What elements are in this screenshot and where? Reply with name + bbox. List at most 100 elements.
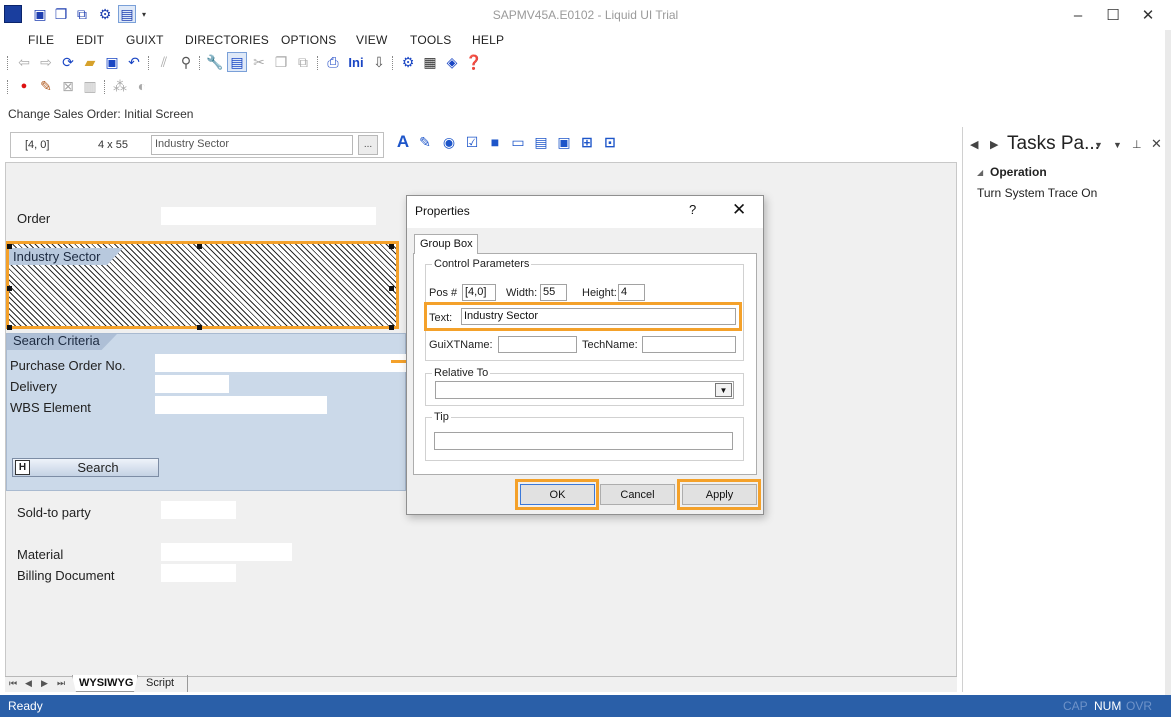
tech-name-input[interactable] [642,336,736,353]
maximize-button[interactable]: ☐ [1093,4,1133,26]
edit-script-icon[interactable]: ✎ [36,76,56,96]
save-file-icon[interactable]: ▣ [102,52,122,72]
industry-sector-group-box[interactable] [6,241,399,329]
resize-handle[interactable] [7,286,12,291]
form-icon[interactable]: ▦ [420,52,440,72]
window-tool-icon[interactable]: ▭ [509,133,527,151]
apply-button[interactable]: Apply [682,484,757,505]
resize-handle[interactable] [389,244,394,249]
wbs-element-field[interactable] [155,396,327,414]
find-binoculars-icon[interactable]: ⚲ [176,52,196,72]
menu-edit[interactable]: EDIT [76,33,104,47]
tip-input[interactable] [434,432,733,450]
network-icon[interactable]: ⁂ [110,76,130,96]
view-tool-icon[interactable]: ⊡ [601,133,619,151]
sold-to-party-field[interactable] [161,501,236,519]
pen-tool-icon[interactable]: ✎ [416,133,434,151]
resize-handle[interactable] [389,286,394,291]
copy-toolbar-icon[interactable]: ❐ [271,52,291,72]
checkbox-tool-icon[interactable]: ☑ [463,133,481,151]
minimize-button[interactable]: – [1058,4,1098,26]
menu-directories[interactable]: DIRECTORIES [185,33,269,47]
billing-document-field[interactable] [161,564,236,582]
paste-toolbar-icon[interactable]: ⧉ [293,52,313,72]
order-field[interactable] [161,207,376,225]
dialog-help-button[interactable]: ? [689,202,696,217]
comment-icon[interactable]: ⫽ [154,52,174,72]
help-icon[interactable]: ❓ [464,52,484,72]
delivery-field[interactable] [155,375,229,393]
pane-options-dropdown-icon[interactable]: ▼ [1113,140,1122,150]
radio-tool-icon[interactable]: ◉ [440,133,458,151]
material-field[interactable] [161,543,292,561]
purchase-order-field[interactable] [155,354,406,372]
guixt-name-input[interactable] [498,336,577,353]
menu-file[interactable]: FILE [28,33,54,47]
toolbar-separator [317,56,320,70]
menu-options[interactable]: OPTIONS [281,33,336,47]
pin-icon[interactable]: ⊥ [1132,138,1142,151]
next-tab-icon[interactable]: ▶ [41,678,48,689]
ok-button[interactable]: OK [520,484,595,505]
cancel-button[interactable]: Cancel [600,484,675,505]
resize-handle[interactable] [389,325,394,330]
text-input[interactable]: Industry Sector [461,308,736,325]
pane-menu-dropdown-icon[interactable]: ▼ [1094,140,1103,150]
layout-toggle-icon[interactable]: ▤ [227,52,247,72]
menu-help[interactable]: HELP [472,33,504,47]
resize-handle[interactable] [7,244,12,249]
forward-arrow-icon[interactable]: ⇨ [36,52,56,72]
menu-guixt[interactable]: GUIXT [126,33,164,47]
image-tool-icon[interactable]: ▣ [555,133,573,151]
collapse-triangle-icon[interactable]: ◢ [977,168,983,177]
speaker-icon[interactable]: ◐ [132,76,152,96]
chevron-down-icon[interactable]: ▼ [715,383,732,397]
table-tool-icon[interactable]: ▤ [532,133,550,151]
print-icon[interactable]: ⎙ [323,52,343,72]
undo-icon[interactable]: ↶ [124,52,144,72]
browse-button[interactable]: ... [358,135,378,155]
toolbar-grip[interactable] [7,56,10,70]
record-icon[interactable]: ● [14,76,34,96]
selection-text-input[interactable]: Industry Sector [151,135,353,155]
document-icon[interactable]: ▥ [80,76,100,96]
window-scrollbar[interactable] [1165,30,1171,695]
menu-tools[interactable]: TOOLS [410,33,451,47]
operation-section-label[interactable]: Operation [990,165,1047,179]
book-icon[interactable]: ◈ [442,52,462,72]
dialog-close-button[interactable]: ✕ [732,200,746,220]
ini-icon[interactable]: Ini [345,52,367,72]
delivery-label: Delivery [10,379,57,394]
wbs-element-label: WBS Element [10,400,91,415]
height-input[interactable]: 4 [618,284,645,301]
inspect-icon[interactable]: ⊠ [58,76,78,96]
width-input[interactable]: 55 [540,284,567,301]
relative-to-select[interactable] [435,381,734,399]
pos-input[interactable]: [4,0] [462,284,496,301]
wrench-icon[interactable]: 🔧 [205,52,225,72]
first-tab-icon[interactable]: ⏮ [9,678,17,689]
toolbar-grip[interactable] [7,80,10,94]
resize-handle[interactable] [197,244,202,249]
back-icon[interactable]: ◀ [970,138,978,151]
forward-icon[interactable]: ▶ [990,138,998,151]
billing-document-label: Billing Document [17,568,115,583]
system-trace-link[interactable]: Turn System Trace On [977,186,1097,200]
resize-handle[interactable] [197,325,202,330]
download-icon[interactable]: ⇩ [369,52,389,72]
pane-close-icon[interactable]: ✕ [1151,136,1162,152]
reload-icon[interactable]: ⟳ [58,52,78,72]
prev-tab-icon[interactable]: ◀ [25,678,32,689]
control-parameters-legend: Control Parameters [432,258,532,270]
last-tab-icon[interactable]: ⏭ [57,678,65,689]
close-window-button[interactable]: ✕ [1128,4,1168,26]
cut-icon[interactable]: ✂ [249,52,269,72]
text-tool-icon[interactable]: A [394,132,412,151]
box-tool-icon[interactable]: ■ [486,133,504,151]
menu-view[interactable]: VIEW [356,33,387,47]
back-arrow-icon[interactable]: ⇦ [14,52,34,72]
gear-icon[interactable]: ⚙ [398,52,418,72]
button-tool-icon[interactable]: ⊞ [578,133,596,151]
resize-handle[interactable] [7,325,12,330]
open-folder-icon[interactable]: ▰ [80,52,100,72]
